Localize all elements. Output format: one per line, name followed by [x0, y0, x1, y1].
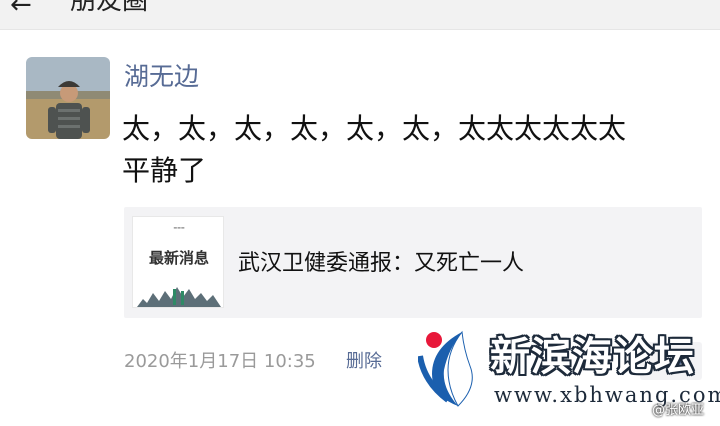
article-thumbnail: ▬▬▬ 最新消息: [132, 216, 224, 308]
shared-article-card[interactable]: ▬▬▬ 最新消息 武汉卫健委通报：又死亡一人: [124, 207, 702, 318]
site-watermark: 新滨海论坛 www.xbhwang.com @张欧亚: [418, 326, 720, 426]
xinbinhai-logo-icon: [418, 330, 473, 407]
article-title: 武汉卫健委通报：又死亡一人: [238, 251, 525, 276]
top-bar: ← 朋友圈: [0, 0, 720, 30]
skyline-image: [137, 287, 221, 307]
page-title: 朋友圈: [70, 0, 149, 16]
post-text: 太，太，太，太，太，太，太太太太太太 平静了: [122, 108, 702, 192]
thumbnail-small-text: ▬▬▬: [173, 225, 185, 230]
thumbnail-title: 最新消息: [148, 249, 209, 267]
watermark-site-name: 新滨海论坛: [490, 334, 695, 380]
watermark-weibo-handle: @张欧亚: [652, 403, 705, 418]
avatar-photo: [26, 57, 110, 139]
back-arrow-icon[interactable]: ←: [10, 0, 32, 18]
post-timestamp: 2020年1月17日 10:35: [124, 351, 316, 372]
delete-link[interactable]: 删除: [346, 349, 382, 375]
avatar[interactable]: [26, 57, 110, 139]
post-text-line: 太，太，太，太，太，太，太太太太太太: [122, 112, 627, 145]
post-text-line: 平静了: [122, 154, 207, 187]
post-author-name[interactable]: 湖无边: [124, 60, 199, 94]
